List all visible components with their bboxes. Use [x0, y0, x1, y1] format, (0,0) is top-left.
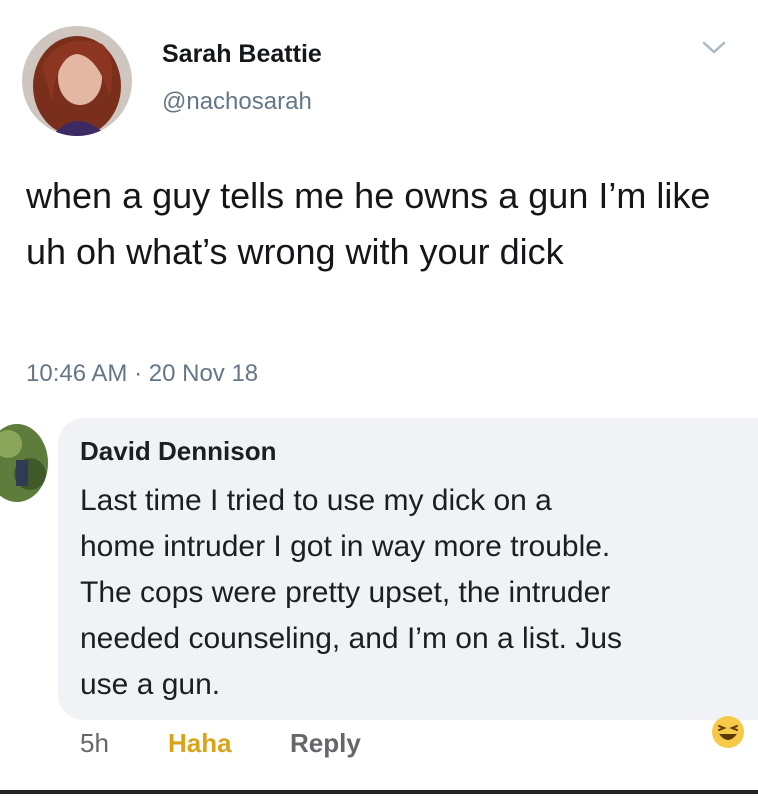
tweet-text: when a guy tells me he owns a gun I’m li… [26, 175, 711, 272]
author-name[interactable]: Sarah Beattie [162, 40, 322, 69]
comment-text: Last time I tried to use my dick on a ho… [80, 484, 623, 701]
laughing-emoji-icon[interactable] [710, 714, 746, 750]
chevron-down-icon[interactable] [700, 38, 728, 58]
haha-reaction-button[interactable]: Haha [168, 728, 232, 759]
divider [0, 790, 758, 794]
commenter-name[interactable]: David Dennison [80, 436, 276, 467]
tweet-date: 20 Nov 18 [148, 360, 259, 387]
commenter-avatar[interactable] [0, 424, 48, 502]
tweet-time: 10:46 AM [26, 360, 128, 387]
meta-separator: · [134, 360, 143, 387]
comment-age[interactable]: 5h [80, 728, 109, 759]
tweet-timestamp[interactable]: 10:46 AM · 20 Nov 18 [26, 360, 258, 388]
author-avatar[interactable] [22, 26, 132, 136]
author-handle[interactable]: @nachosarah [162, 88, 312, 116]
tweet-card: Sarah Beattie @nachosarah when a guy tel… [0, 0, 758, 412]
reply-button[interactable]: Reply [290, 728, 361, 759]
